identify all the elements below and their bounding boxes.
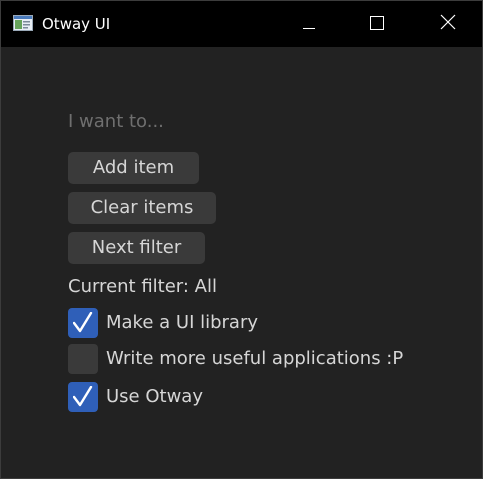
next-filter-button[interactable]: Next filter: [68, 232, 205, 264]
title-bar[interactable]: Otway UI: [1, 1, 482, 47]
window-title: Otway UI: [42, 15, 111, 33]
main-content: I want to... Add item Clear items Next f…: [1, 47, 482, 478]
checkmark-icon: [73, 312, 93, 333]
minimize-button[interactable]: [275, 1, 343, 47]
close-button[interactable]: [414, 1, 482, 47]
task-label: Write more useful applications :P: [106, 348, 404, 369]
task-checkbox[interactable]: [68, 344, 98, 374]
app-window: Otway UI I want to... Add item Clear ite…: [0, 0, 483, 479]
task-label: Use Otway: [106, 386, 203, 407]
add-item-button[interactable]: Add item: [68, 152, 199, 184]
maximize-icon: [370, 15, 384, 34]
task-checkbox[interactable]: [68, 382, 98, 412]
task-label: Make a UI library: [106, 312, 259, 333]
task-input-placeholder: I want to...: [68, 111, 164, 132]
maximize-button[interactable]: [343, 1, 411, 47]
current-filter-label: Current filter: All: [68, 276, 217, 297]
app-window-icon: [13, 15, 33, 31]
clear-items-button[interactable]: Clear items: [68, 192, 216, 224]
task-input[interactable]: I want to...: [68, 110, 164, 134]
task-checkbox[interactable]: [68, 308, 98, 338]
close-icon: [440, 14, 456, 34]
minimize-icon: [303, 15, 315, 34]
checkmark-icon: [73, 386, 93, 407]
